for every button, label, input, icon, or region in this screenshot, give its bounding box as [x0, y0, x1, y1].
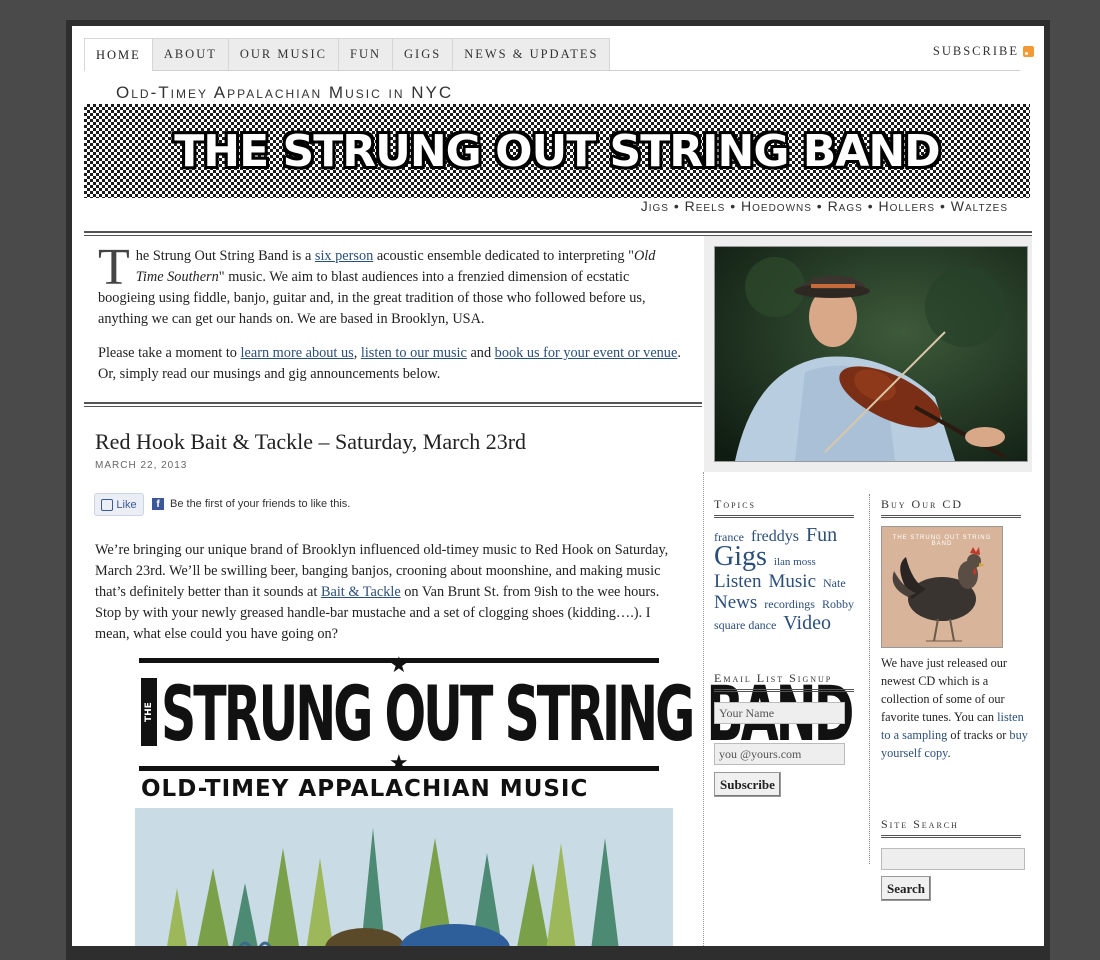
subscribe-link[interactable]: Subscribe	[933, 44, 1034, 59]
tag-link[interactable]: recordings	[764, 597, 815, 611]
about-link[interactable]: learn more about us	[241, 345, 354, 361]
feature-photo-frame	[704, 236, 1032, 472]
poster-subtitle: OLD-TIMEY APPALACHIAN MUSIC	[141, 776, 589, 802]
rss-icon	[1023, 46, 1034, 57]
poster-mid-bar	[139, 766, 659, 771]
nav-about[interactable]: About	[151, 38, 229, 70]
tag-link[interactable]: Music	[769, 571, 817, 592]
drop-cap: T	[98, 239, 130, 296]
tag-link[interactable]: ilan moss	[774, 556, 816, 568]
facebook-icon: f	[152, 498, 164, 510]
bait-tackle-link[interactable]: Bait & Tackle	[321, 584, 401, 600]
search-input[interactable]	[881, 848, 1025, 870]
tag-link[interactable]: Video	[783, 612, 831, 634]
nav-fun[interactable]: Fun	[338, 38, 394, 70]
nav-news-updates[interactable]: News & Updates	[452, 38, 611, 70]
sidebar-divider	[703, 472, 704, 946]
tag-cloud: france freddys Fun Gigs ilan moss Listen…	[714, 524, 859, 635]
cd-description: We have just released our newest CD whic…	[881, 656, 1028, 760]
genre-list: Jigs • Reels • Hoedowns • Rags • Hollers…	[640, 198, 1008, 214]
gig-poster: ★ THE STRUNG OUT STRING BAND ★ OLD-TIMEY…	[135, 652, 854, 946]
post-date: MARCH 22, 2013	[95, 460, 188, 471]
rooster-illustration	[892, 547, 985, 642]
like-label: Like	[116, 498, 137, 511]
facebook-like-text: f Be the first of your friends to like t…	[152, 498, 350, 510]
star-icon: ★	[389, 750, 409, 775]
tag-link[interactable]: Robby	[822, 597, 854, 611]
like-count-text: Be the first of your friends to like thi…	[170, 498, 351, 510]
nav-our-music[interactable]: Our Music	[227, 38, 339, 70]
topics-heading: Topics	[714, 497, 854, 518]
music-link[interactable]: listen to our music	[361, 345, 467, 361]
page: Home About Our Music Fun Gigs News & Upd…	[72, 26, 1044, 946]
tag-link[interactable]: Nate	[823, 576, 846, 590]
thumbs-up-icon	[101, 498, 114, 511]
six-person-link[interactable]: six person	[315, 248, 373, 264]
site-search-heading: Site Search	[881, 817, 1021, 838]
site-tagline: Old-Timey Appalachian Music in NYC	[116, 83, 454, 102]
cd-cover[interactable]: THE STRUNG OUT STRING BAND	[881, 526, 1003, 648]
intro-divider	[84, 402, 702, 407]
nav-gigs[interactable]: Gigs	[392, 38, 454, 70]
fiddler-photo	[714, 246, 1028, 462]
sidebar-column-divider	[869, 494, 870, 864]
tag-link[interactable]: Listen	[714, 571, 762, 592]
post-body: We’re bringing our unique brand of Brook…	[95, 542, 669, 642]
buy-cd-heading: Buy Our CD	[881, 497, 1021, 518]
booking-link[interactable]: book us for your event or venue	[495, 345, 678, 361]
subscribe-label: Subscribe	[932, 44, 1019, 58]
poster-the: THE	[141, 678, 157, 746]
banner-title: THE STRUNG OUT STRING BAND	[174, 126, 940, 177]
poster-title: STRUNG OUT STRING BAND	[161, 670, 854, 759]
post-title[interactable]: Red Hook Bait & Tackle – Saturday, March…	[95, 429, 526, 455]
search-button[interactable]: Search	[881, 876, 932, 901]
subscribe-button[interactable]: Subscribe	[714, 772, 781, 797]
tag-link[interactable]: Fun	[806, 524, 837, 546]
name-field[interactable]: Your Name	[714, 702, 845, 724]
main-nav: Home About Our Music Fun Gigs News & Upd…	[84, 38, 1020, 71]
tag-link[interactable]: News	[714, 592, 757, 613]
tag-link[interactable]: square dance	[714, 618, 776, 632]
nav-home[interactable]: Home	[84, 38, 153, 71]
facebook-like-button[interactable]: Like	[94, 493, 144, 516]
poster-artwork	[135, 808, 673, 946]
poster-header: ★ THE STRUNG OUT STRING BAND ★ OLD-TIMEY…	[139, 652, 854, 804]
email-signup-heading: Email List Signup	[714, 671, 854, 692]
intro-text: The Strung Out String Band is a six pers…	[98, 239, 681, 383]
email-field[interactable]: you @yours.com	[714, 743, 845, 765]
tag-link[interactable]: Gigs	[714, 541, 767, 572]
site-banner[interactable]: THE STRUNG OUT STRING BAND	[84, 104, 1030, 198]
